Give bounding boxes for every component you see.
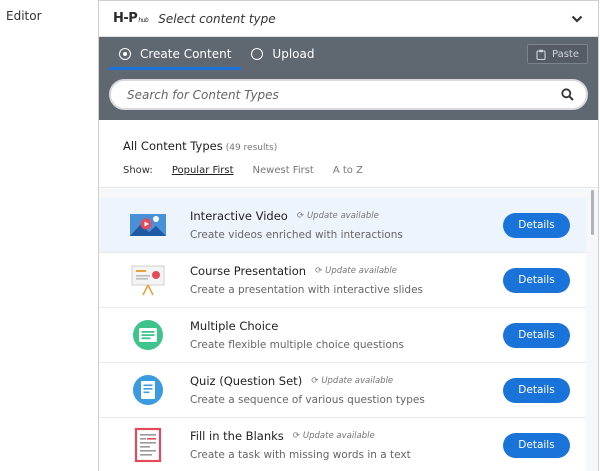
search-bar: [99, 70, 598, 120]
tab-create-content[interactable]: Create Content: [109, 37, 242, 70]
results-count: (49 results): [225, 143, 278, 153]
paste-label: Paste: [552, 48, 579, 60]
radio-selected-icon: [119, 47, 131, 60]
details-button[interactable]: Details: [503, 432, 570, 458]
search-field[interactable]: [109, 79, 588, 110]
list-item[interactable]: Multiple Choice Create flexible multiple…: [99, 308, 586, 363]
item-title: Quiz (Question Set): [190, 374, 303, 388]
details-button[interactable]: Details: [503, 322, 570, 348]
update-badge: ⟳ Update available: [293, 431, 375, 441]
refresh-icon: ⟳: [292, 431, 300, 441]
list-item[interactable]: Quiz (Question Set) ⟳ Update available Cr…: [99, 363, 586, 418]
scrollbar[interactable]: [591, 190, 594, 235]
hub-header[interactable]: H-P hub Select content type: [99, 1, 598, 37]
clipboard-icon: [536, 49, 546, 60]
radio-icon: [251, 47, 264, 60]
content-type-list: Interactive Video ⟳ Update available Crea…: [99, 189, 598, 471]
details-button[interactable]: Details: [503, 212, 570, 238]
list-item[interactable]: Course Presentation ⟳ Update available Cr…: [99, 253, 586, 308]
item-description: Create a task with missing words in a te…: [190, 449, 411, 461]
item-description: Create a sequence of various question ty…: [190, 394, 425, 406]
update-label: Update available: [302, 431, 375, 441]
item-title: Interactive Video: [190, 209, 288, 223]
item-title: Course Presentation: [190, 264, 307, 278]
paste-button[interactable]: Paste: [527, 44, 588, 64]
refresh-icon: ⟳: [296, 211, 304, 221]
sort-newest-first[interactable]: Newest First: [253, 165, 314, 176]
list-item[interactable]: Fill in the Blanks ⟳ Update available Cre…: [99, 418, 586, 471]
course-presentation-icon: [129, 261, 167, 299]
sort-options: Show: Popular First Newest First A to Z: [123, 165, 574, 176]
update-badge: ⟳ Update available: [311, 376, 393, 386]
tab-upload[interactable]: Upload: [241, 37, 324, 70]
logo-sub: hub: [138, 17, 149, 24]
item-description: Create videos enriched with interactions: [190, 229, 403, 241]
hub-panel: H-P hub Select content type Create Conten…: [98, 0, 599, 471]
header-title: Select content type: [158, 11, 276, 26]
hub-logo: H-P hub: [113, 11, 149, 26]
details-button[interactable]: Details: [503, 377, 570, 403]
tab-create-content-label: Create Content: [140, 46, 232, 61]
refresh-icon: ⟳: [315, 266, 323, 276]
update-badge: ⟳ Update available: [297, 211, 379, 221]
logo-main: H-P: [113, 11, 138, 26]
update-label: Update available: [325, 266, 398, 276]
refresh-icon: ⟳: [311, 376, 319, 386]
chevron-down-icon[interactable]: [570, 12, 584, 26]
item-title: Multiple Choice: [190, 319, 279, 333]
interactive-video-icon: [129, 206, 167, 244]
item-description: Create flexible multiple choice question…: [190, 339, 405, 351]
update-label: Update available: [321, 376, 394, 386]
sort-a-to-z[interactable]: A to Z: [333, 165, 363, 176]
sort-popular-first[interactable]: Popular First: [172, 165, 234, 176]
tab-upload-label: Upload: [272, 46, 315, 61]
results-title: All Content Types: [123, 139, 223, 153]
update-badge: ⟳ Update available: [315, 266, 397, 276]
fill-in-blanks-icon: [129, 426, 167, 464]
page-label: Editor: [6, 9, 42, 23]
search-input[interactable]: [127, 87, 561, 102]
multiple-choice-icon: [129, 316, 167, 354]
item-title: Fill in the Blanks: [190, 429, 284, 443]
list-item[interactable]: Interactive Video ⟳ Update available Crea…: [99, 198, 586, 253]
tab-bar: Create Content Upload Paste: [99, 37, 598, 70]
search-icon[interactable]: [561, 88, 574, 101]
update-label: Update available: [306, 211, 379, 221]
show-label: Show:: [123, 165, 153, 176]
item-description: Create a presentation with interactive s…: [190, 284, 424, 296]
details-button[interactable]: Details: [503, 267, 570, 293]
results-header: All Content Types (49 results) Show: Popu…: [99, 120, 598, 188]
quiz-icon: [129, 371, 167, 409]
